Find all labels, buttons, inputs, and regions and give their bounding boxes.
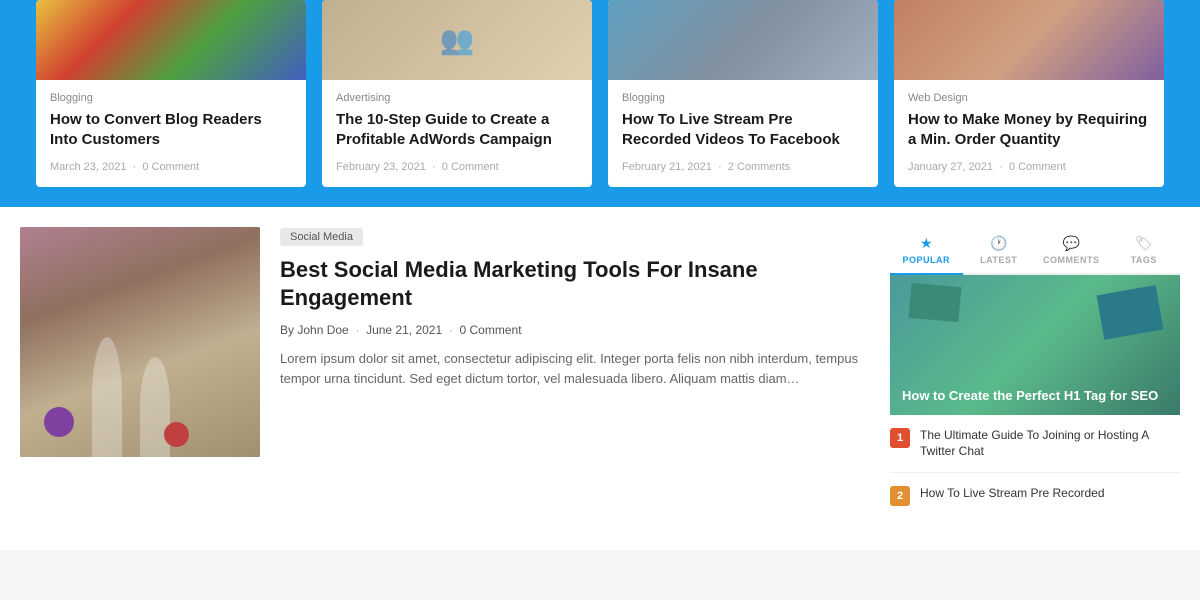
sidebar-featured-title: How to Create the Perfect H1 Tag for SEO	[902, 388, 1168, 405]
popular-label: POPULAR	[902, 255, 950, 265]
sidebar-tabs: ★ POPULAR 🕐 LATEST 💬 COMMENTS 🏷 TAGS	[890, 227, 1180, 275]
card-meta-3: February 21, 2021 · 2 Comments	[622, 161, 864, 173]
card-meta-4: January 27, 2021 · 0 Comment	[908, 161, 1150, 173]
sidebar-featured-overlay: How to Create the Perfect H1 Tag for SEO	[890, 378, 1180, 415]
sidebar-tab-comments[interactable]: 💬 COMMENTS	[1035, 227, 1108, 273]
card-meta-2: February 23, 2021 · 0 Comment	[336, 161, 578, 173]
article-tag[interactable]: Social Media	[280, 228, 363, 246]
card-image-3	[608, 0, 878, 80]
decoration-ornament-2	[164, 422, 189, 447]
popular-icon: ★	[920, 235, 933, 252]
article-date: June 21, 2021	[366, 323, 442, 337]
card-body-2: Advertising The 10-Step Guide to Create …	[322, 80, 592, 187]
card-body-4: Web Design How to Make Money by Requirin…	[894, 80, 1164, 187]
sidebar-num-2: 2	[890, 486, 910, 506]
card-category-4: Web Design	[908, 92, 1150, 104]
cards-row: Blogging How to Convert Blog Readers Int…	[20, 0, 1180, 187]
latest-label: LATEST	[980, 255, 1017, 265]
card-title-1: How to Convert Blog Readers Into Custome…	[50, 110, 292, 151]
card-3[interactable]: Blogging How To Live Stream Pre Recorded…	[608, 0, 878, 187]
latest-icon: 🕐	[990, 235, 1007, 252]
article-author[interactable]: John Doe	[297, 323, 348, 337]
card-meta-1: March 23, 2021 · 0 Comment	[50, 161, 292, 173]
sidebar-tab-popular[interactable]: ★ POPULAR	[890, 227, 963, 275]
sidebar-list-title-1: The Ultimate Guide To Joining or Hosting…	[920, 427, 1180, 461]
by-label: By	[280, 323, 294, 337]
card-title-3: How To Live Stream Pre Recorded Videos T…	[622, 110, 864, 151]
tags-label: TAGS	[1131, 255, 1157, 265]
sidebar-list-title-2: How To Live Stream Pre Recorded	[920, 485, 1105, 502]
sidebar-list-item-2[interactable]: 2 How To Live Stream Pre Recorded	[890, 485, 1180, 518]
card-image-4	[894, 0, 1164, 80]
card-title-4: How to Make Money by Requiring a Min. Or…	[908, 110, 1150, 151]
card-title-2: The 10-Step Guide to Create a Profitable…	[336, 110, 578, 151]
article-content: Social Media Best Social Media Marketing…	[280, 227, 870, 531]
card-2[interactable]: Advertising The 10-Step Guide to Create …	[322, 0, 592, 187]
article-excerpt: Lorem ipsum dolor sit amet, consectetur …	[280, 349, 870, 391]
card-category-2: Advertising	[336, 92, 578, 104]
sidebar-featured[interactable]: How to Create the Perfect H1 Tag for SEO	[890, 275, 1180, 415]
comments-icon: 💬	[1063, 235, 1080, 252]
bottom-section: Social Media Best Social Media Marketing…	[0, 207, 1200, 551]
sidebar-tab-tags[interactable]: 🏷 TAGS	[1108, 227, 1181, 273]
card-1[interactable]: Blogging How to Convert Blog Readers Int…	[36, 0, 306, 187]
sidebar-list: 1 The Ultimate Guide To Joining or Hosti…	[890, 427, 1180, 519]
article-byline: By John Doe · June 21, 2021 · 0 Comment	[280, 323, 870, 337]
sidebar-num-1: 1	[890, 428, 910, 448]
sidebar-tab-latest[interactable]: 🕐 LATEST	[963, 227, 1036, 273]
decoration-ornament-1	[44, 407, 74, 437]
card-category-1: Blogging	[50, 92, 292, 104]
sidebar: ★ POPULAR 🕐 LATEST 💬 COMMENTS 🏷 TAGS How…	[890, 227, 1180, 531]
card-image-2	[322, 0, 592, 80]
card-category-3: Blogging	[622, 92, 864, 104]
article-image	[20, 227, 260, 457]
decoration-wine-glass-1	[92, 337, 122, 457]
sidebar-list-item-1[interactable]: 1 The Ultimate Guide To Joining or Hosti…	[890, 427, 1180, 474]
card-body-1: Blogging How to Convert Blog Readers Int…	[36, 80, 306, 187]
main-article: Social Media Best Social Media Marketing…	[20, 227, 870, 531]
article-title: Best Social Media Marketing Tools For In…	[280, 256, 870, 313]
article-comments: 0 Comment	[460, 323, 522, 337]
comments-label: COMMENTS	[1043, 255, 1100, 265]
top-section: Blogging How to Convert Blog Readers Int…	[0, 0, 1200, 207]
card-4[interactable]: Web Design How to Make Money by Requirin…	[894, 0, 1164, 187]
tags-icon: 🏷	[1135, 235, 1153, 252]
card-body-3: Blogging How To Live Stream Pre Recorded…	[608, 80, 878, 187]
card-image-1	[36, 0, 306, 80]
